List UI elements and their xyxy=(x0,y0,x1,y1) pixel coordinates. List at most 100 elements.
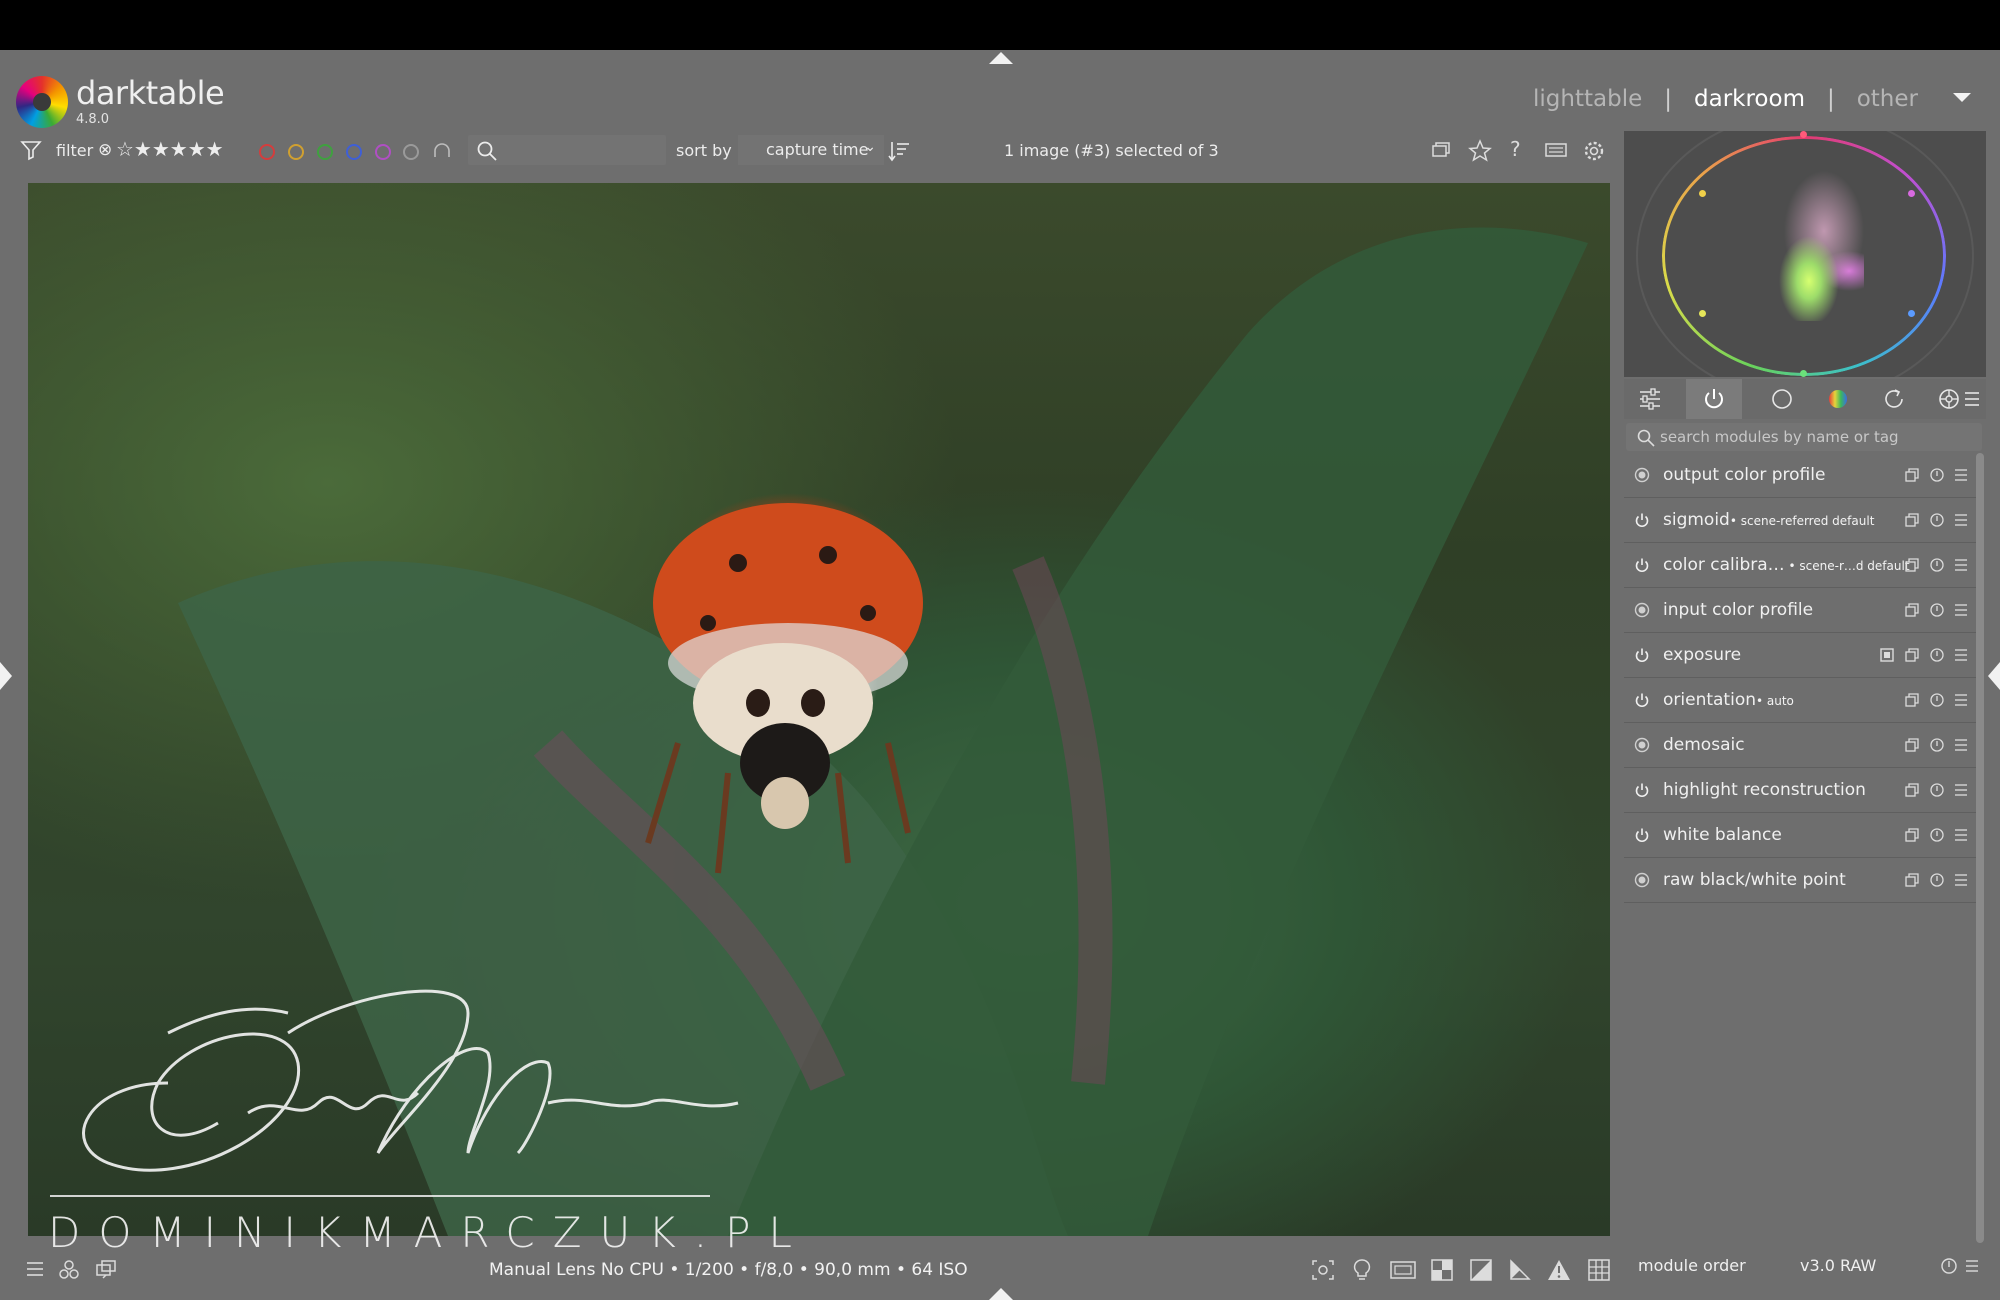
multi-instance-icon[interactable] xyxy=(1904,782,1920,803)
star-rating-filter[interactable]: ☆★★★★★ xyxy=(116,137,224,161)
module-row[interactable]: exposure xyxy=(1624,633,1976,678)
softproof-icon[interactable] xyxy=(1469,1258,1493,1286)
active-modules-power-icon[interactable] xyxy=(1686,379,1742,419)
multi-instance-icon[interactable] xyxy=(1904,827,1920,848)
multi-instance-icon[interactable] xyxy=(1904,467,1920,488)
view-other[interactable]: other xyxy=(1857,86,1918,112)
presets-menu-icon[interactable] xyxy=(1954,467,1968,488)
preferences-gear-icon[interactable] xyxy=(1582,139,1606,167)
power-icon[interactable] xyxy=(1634,782,1650,798)
second-window-icon[interactable] xyxy=(94,1258,118,1286)
module-order-value[interactable]: v3.0 RAW xyxy=(1800,1256,1876,1275)
collapse-top-panel-arrow[interactable] xyxy=(989,52,1013,64)
reset-icon[interactable] xyxy=(1929,602,1945,623)
module-list-scrollbar[interactable] xyxy=(1976,453,1984,1243)
module-row[interactable]: demosaic xyxy=(1624,723,1976,768)
reset-icon[interactable] xyxy=(1929,782,1945,803)
module-row[interactable]: color calibra… • scene-r…d default xyxy=(1624,543,1976,588)
quick-access-panel-icon[interactable] xyxy=(1630,379,1670,419)
collection-search-input[interactable] xyxy=(468,135,666,165)
color-group-icon[interactable] xyxy=(1818,379,1858,419)
module-row[interactable]: highlight reconstruction xyxy=(1624,768,1976,813)
base-group-circle-icon[interactable] xyxy=(1762,379,1802,419)
multi-instance-icon[interactable] xyxy=(1904,602,1920,623)
warning-triangle-icon[interactable] xyxy=(1547,1258,1571,1286)
color-label-purple-icon[interactable] xyxy=(375,144,391,160)
module-name: input color profile xyxy=(1663,600,1813,620)
guides-grid-icon[interactable] xyxy=(1587,1258,1611,1286)
clipping-indicator-icon[interactable] xyxy=(1430,1258,1454,1286)
module-row[interactable]: input color profile xyxy=(1624,588,1976,633)
star-overlay-icon[interactable] xyxy=(1468,139,1492,167)
reset-icon[interactable] xyxy=(1929,557,1945,578)
module-header-icons xyxy=(1904,737,1968,758)
collapse-bottom-panel-arrow[interactable] xyxy=(989,1288,1013,1300)
color-label-gray-icon[interactable] xyxy=(403,144,419,160)
watermark-text: DOMINIKMARCZUK.PL xyxy=(48,1208,810,1257)
image-canvas[interactable] xyxy=(28,183,1610,1236)
power-icon[interactable] xyxy=(1634,512,1650,528)
multi-instance-icon[interactable] xyxy=(1904,647,1920,668)
gamut-check-icon[interactable] xyxy=(1508,1258,1532,1286)
color-label-operator-icon[interactable] xyxy=(432,139,452,165)
reset-icon[interactable] xyxy=(1929,467,1945,488)
reset-icon[interactable] xyxy=(1929,827,1945,848)
collapse-right-panel-arrow[interactable] xyxy=(1988,662,2000,690)
quick-access-icon[interactable] xyxy=(24,1258,46,1284)
multi-instance-icon[interactable] xyxy=(1904,692,1920,713)
filter-funnel-icon[interactable] xyxy=(20,139,42,165)
presets-menu-icon[interactable] xyxy=(1954,782,1968,803)
presets-menu-icon[interactable] xyxy=(1954,827,1968,848)
power-icon[interactable] xyxy=(1634,692,1650,708)
color-label-yellow-icon[interactable] xyxy=(288,144,304,160)
presets-menu-icon[interactable] xyxy=(1958,379,1986,419)
vectorscope[interactable] xyxy=(1624,131,1986,377)
module-order-presets-icon[interactable] xyxy=(1964,1257,1980,1279)
sort-by-select[interactable]: capture time ⌄ xyxy=(738,135,884,165)
multi-instance-icon[interactable] xyxy=(1904,512,1920,533)
module-row[interactable]: raw black/white point xyxy=(1624,858,1976,903)
presets-menu-icon[interactable] xyxy=(1954,737,1968,758)
presets-menu-icon[interactable] xyxy=(1954,692,1968,713)
styles-icon[interactable] xyxy=(57,1258,81,1286)
presets-menu-icon[interactable] xyxy=(1954,512,1968,533)
module-row[interactable]: white balance xyxy=(1624,813,1976,858)
reset-icon[interactable] xyxy=(1929,647,1945,668)
reset-icon[interactable] xyxy=(1929,692,1945,713)
reset-icon[interactable] xyxy=(1929,512,1945,533)
power-icon[interactable] xyxy=(1634,557,1650,573)
module-row[interactable]: orientation• auto xyxy=(1624,678,1976,723)
view-darkroom[interactable]: darkroom xyxy=(1694,86,1805,112)
views-dropdown-icon[interactable] xyxy=(1953,93,1971,102)
color-label-blue-icon[interactable] xyxy=(346,144,362,160)
help-icon[interactable]: ? xyxy=(1510,137,1521,161)
multi-instance-icon[interactable] xyxy=(1904,557,1920,578)
power-icon[interactable] xyxy=(1634,647,1650,663)
multi-instance-icon[interactable] xyxy=(1904,737,1920,758)
correct-group-icon[interactable] xyxy=(1874,379,1914,419)
module-search-input[interactable]: search modules by name or tag xyxy=(1626,423,1982,451)
presets-menu-icon[interactable] xyxy=(1954,602,1968,623)
module-row[interactable]: output color profile xyxy=(1624,453,1976,498)
reset-icon[interactable] xyxy=(1929,872,1945,893)
color-assessment-bulb-icon[interactable] xyxy=(1351,1258,1373,1286)
color-label-green-icon[interactable] xyxy=(317,144,333,160)
multi-instance-icon[interactable] xyxy=(1904,872,1920,893)
focus-peaking-icon[interactable] xyxy=(1310,1258,1336,1286)
color-label-red-icon[interactable] xyxy=(259,144,275,160)
sort-order-icon[interactable] xyxy=(888,139,912,167)
presets-menu-icon[interactable] xyxy=(1954,872,1968,893)
collapse-left-panel-arrow[interactable] xyxy=(0,662,12,690)
presets-menu-icon[interactable] xyxy=(1954,557,1968,578)
presets-menu-icon[interactable] xyxy=(1954,647,1968,668)
grouping-icon[interactable] xyxy=(1430,139,1452,165)
module-row[interactable]: sigmoid• scene-referred default xyxy=(1624,498,1976,543)
module-order-reset-icon[interactable] xyxy=(1940,1257,1958,1279)
keyboard-shortcuts-icon[interactable] xyxy=(1544,139,1568,165)
power-icon[interactable] xyxy=(1634,827,1650,843)
reset-icon[interactable] xyxy=(1929,737,1945,758)
raw-overexposed-icon[interactable] xyxy=(1389,1258,1417,1286)
reject-icon[interactable]: ⊗ xyxy=(98,140,112,160)
mask-indicator-icon[interactable] xyxy=(1879,647,1895,668)
view-lighttable[interactable]: lighttable xyxy=(1533,86,1642,112)
